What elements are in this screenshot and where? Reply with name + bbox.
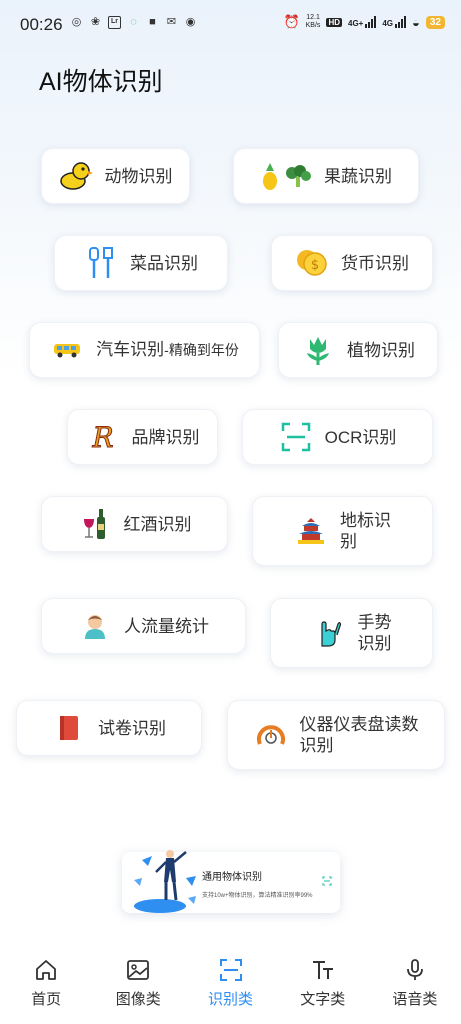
tulip-icon: [301, 333, 335, 367]
plant-recognition-label: 植物识别: [347, 340, 415, 360]
hd-badge: HD: [326, 17, 342, 27]
car-recognition-main: 汽车识别: [96, 340, 165, 359]
meter-label-line1: 仪器仪表盘读数: [299, 715, 419, 734]
status-right: ⏰ 12.1 KB/s HD 4G+ 4G ◒ 32: [283, 14, 445, 30]
record-icon: ◉: [185, 16, 196, 28]
tab-home-label: 首页: [31, 991, 62, 1008]
tab-voice[interactable]: 语音类: [369, 950, 461, 1024]
brand-recognition-card[interactable]: R 品牌识别: [67, 409, 218, 465]
brand-recognition-label: 品牌识别: [131, 427, 200, 447]
network-type-1: 4G+: [348, 19, 364, 28]
wine-icon: [78, 507, 112, 541]
status-bar: 00:26 ◎ ❀ Lr ◌ ■ ✉ ◉ ⏰ 12.1 KB/s HD 4G+ …: [0, 0, 461, 50]
wechat-icon: ❀: [90, 16, 101, 28]
gesture-recognition-label: 手势 识别: [358, 612, 392, 654]
bottom-tab-bar: 首页 图像类 识别类 文字类 语音类: [0, 950, 461, 1024]
meter-label-line2: 识别: [299, 736, 334, 755]
gesture-recognition-card[interactable]: 手势 识别: [270, 598, 433, 668]
tab-recognition-label: 识别类: [208, 991, 254, 1008]
utensils-icon: [84, 246, 118, 280]
duck-icon: [59, 159, 93, 193]
temple-icon: [294, 514, 328, 548]
wine-recognition-label: 红酒识别: [123, 514, 192, 534]
mail-icon: ✉: [166, 16, 177, 28]
banner-title: 通用物体识别: [202, 872, 262, 883]
pineapple-broccoli-icon: [260, 159, 312, 193]
landmark-label-line2: 别: [340, 532, 357, 551]
signal-2: 4G: [382, 16, 407, 28]
landmark-label-line1: 地标识: [340, 511, 391, 530]
banner-description: 支持10w+物体识别，算法精准识别率99%: [202, 893, 313, 899]
spinner-icon: ◌: [130, 16, 137, 28]
meter-reading-card[interactable]: 仪器仪表盘读数 识别: [227, 700, 445, 770]
coin-icon: $: [295, 246, 329, 280]
car-recognition-label: 汽车识别-精确到年份: [96, 339, 239, 361]
tab-text-label: 文字类: [300, 991, 346, 1008]
tab-text[interactable]: 文字类: [277, 950, 369, 1024]
battery-indicator: 32: [425, 15, 445, 29]
car-recognition-card[interactable]: 汽车识别-精确到年份: [29, 322, 260, 378]
wifi-icon: ◒: [412, 14, 420, 30]
status-time: 00:26: [20, 15, 63, 34]
exam-recognition-card[interactable]: 试卷识别: [16, 700, 202, 756]
notification-icons: ◎ ❀ Lr ◌ ■ ✉ ◉: [70, 16, 197, 29]
tab-voice-label: 语音类: [392, 991, 438, 1008]
crowd-counting-card[interactable]: 人流量统计: [41, 598, 246, 654]
tab-image[interactable]: 图像类: [92, 950, 184, 1024]
scan-icon: [219, 959, 242, 981]
tab-recognition[interactable]: 识别类: [184, 950, 276, 1024]
network-type-2: 4G: [382, 19, 394, 28]
home-icon: [36, 960, 56, 980]
image-icon: [127, 960, 150, 980]
bus-icon: [50, 333, 84, 367]
fruit-veg-recognition-card[interactable]: 果蔬识别: [233, 148, 419, 204]
crowd-counting-label: 人流量统计: [124, 616, 209, 636]
gesture-label-line1: 手势: [357, 613, 392, 632]
ocr-recognition-card[interactable]: OCR识别: [242, 409, 433, 465]
microphone-icon: [407, 959, 423, 980]
tab-home[interactable]: 首页: [0, 950, 92, 1024]
text-icon: [312, 961, 333, 979]
dish-recognition-label: 菜品识别: [130, 253, 198, 273]
general-recognition-banner[interactable]: 通用物体识别 支持10w+物体识别，算法精准识别率99%: [122, 850, 340, 913]
message-icon: ■: [149, 16, 156, 28]
car-recognition-sub: -精确到年份: [164, 342, 239, 358]
currency-recognition-card[interactable]: $ 货币识别: [271, 235, 433, 291]
gesture-label-line2: 识别: [357, 634, 392, 653]
scan-frame-icon: [279, 420, 313, 454]
exam-recognition-label: 试卷识别: [98, 718, 166, 738]
svg-text:R: R: [91, 421, 113, 454]
net-speed-unit: KB/s: [305, 22, 321, 29]
alarm-icon: ⏰: [283, 14, 300, 29]
page-title: AI物体识别: [39, 68, 163, 96]
currency-recognition-label: 货币识别: [341, 253, 409, 273]
ocr-recognition-label: OCR识别: [324, 427, 397, 447]
hand-gesture-icon: [312, 616, 346, 650]
weibo-icon: ◎: [71, 16, 82, 28]
meter-reading-label: 仪器仪表盘读数 识别: [300, 714, 419, 756]
svg-text:$: $: [311, 258, 319, 273]
gauge-icon: [254, 718, 288, 752]
lightroom-icon: Lr: [108, 16, 121, 29]
animal-recognition-label: 动物识别: [104, 166, 173, 186]
fruit-veg-recognition-label: 果蔬识别: [324, 166, 392, 186]
brand-r-icon: R: [86, 420, 120, 455]
wine-recognition-card[interactable]: 红酒识别: [41, 496, 228, 552]
dish-recognition-card[interactable]: 菜品识别: [54, 235, 228, 291]
signal-bars-icon: [395, 16, 407, 28]
banner-illustration: [134, 850, 196, 913]
signal-1: 4G+: [348, 16, 377, 28]
scan-icon: [322, 876, 332, 886]
person-icon: [78, 609, 112, 643]
landmark-recognition-card[interactable]: 地标识别: [252, 496, 433, 566]
landmark-recognition-label: 地标识别: [340, 510, 391, 552]
net-speed-value: 12.1: [306, 14, 320, 21]
plant-recognition-card[interactable]: 植物识别: [278, 322, 438, 378]
signal-bars-icon: [365, 16, 377, 28]
tab-image-label: 图像类: [115, 991, 161, 1008]
animal-recognition-card[interactable]: 动物识别: [41, 148, 190, 204]
net-speed: 12.1 KB/s: [306, 14, 321, 30]
book-icon: [52, 711, 86, 745]
